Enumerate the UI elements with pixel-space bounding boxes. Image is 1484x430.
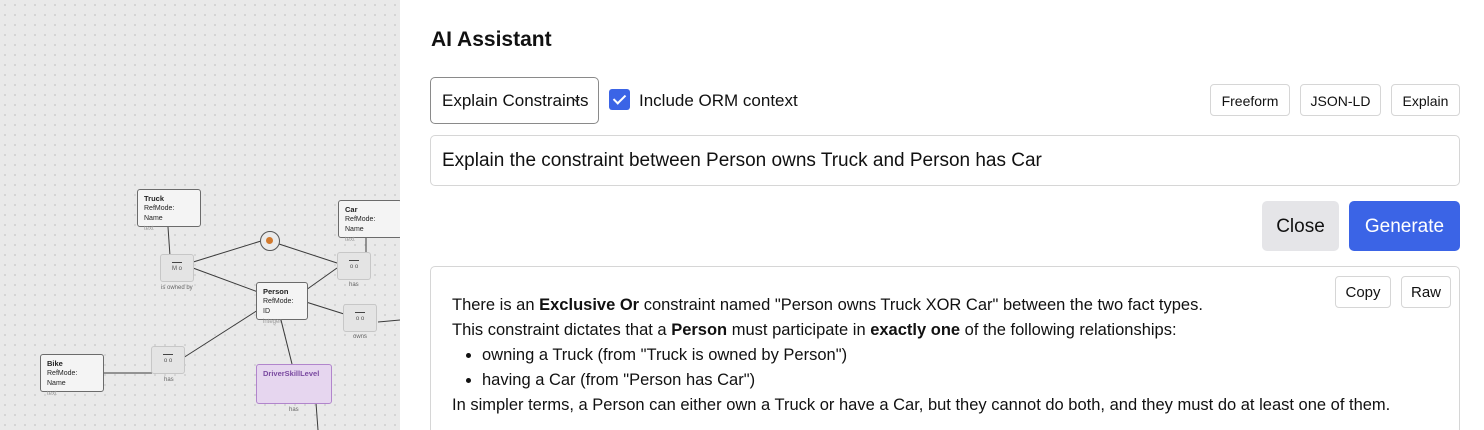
fact-label: has — [349, 282, 359, 288]
response-line-2: This constraint dictates that a Person m… — [452, 318, 1390, 343]
entity-bike[interactable]: Bike RefMode: Name text — [40, 354, 104, 397]
json-ld-button[interactable]: JSON-LD — [1300, 84, 1381, 116]
include-context-checkbox[interactable] — [609, 89, 630, 110]
text-run: constraint named "Person owns Truck XOR … — [639, 296, 1203, 314]
text-run: of the following relationships: — [960, 321, 1177, 339]
fact-type-car-has[interactable]: o o — [337, 252, 371, 280]
entity-refmode: RefMode: Name — [47, 370, 78, 387]
fact-type-bike-has[interactable]: o o — [151, 346, 185, 374]
entity-name: Bike — [47, 359, 63, 368]
entity-type: text — [144, 226, 154, 232]
mode-select[interactable]: Explain Constraints ⌄ — [430, 77, 599, 124]
entity-refmode: RefMode: ID — [263, 298, 294, 315]
freeform-button[interactable]: Freeform — [1210, 84, 1290, 116]
generate-button[interactable]: Generate — [1349, 201, 1460, 251]
close-button[interactable]: Close — [1262, 201, 1339, 251]
entity-refmode: RefMode: Name — [144, 205, 175, 222]
fact-label: is owned by — [161, 285, 193, 291]
entity-type: text — [345, 237, 355, 243]
response-text: There is an Exclusive Or constraint name… — [452, 293, 1390, 418]
prompt-input[interactable]: Explain the constraint between Person ow… — [430, 135, 1460, 186]
text-run: This constraint dictates that a — [452, 321, 672, 339]
text-run-bold: Person — [671, 321, 728, 339]
list-item: owning a Truck (from "Truck is owned by … — [462, 343, 1390, 368]
explain-button[interactable]: Explain — [1391, 84, 1460, 116]
diagram-canvas[interactable]: Truck RefMode: Name text Car RefMode: Na… — [0, 0, 400, 430]
text-run-bold: Exclusive Or — [539, 296, 640, 314]
fact-label: owns — [353, 334, 368, 340]
response-line-1: There is an Exclusive Or constraint name… — [452, 293, 1390, 318]
text-run: must participate in — [727, 321, 871, 339]
entity-type: text — [47, 391, 57, 397]
entity-person[interactable]: Person RefMode: ID integer — [256, 282, 308, 325]
entity-name: Person — [263, 287, 289, 296]
ai-assistant-panel: AI Assistant Explain Constraints ⌄ Inclu… — [400, 0, 1484, 430]
panel-title: AI Assistant — [431, 28, 552, 51]
entity-truck[interactable]: Truck RefMode: Name text — [137, 189, 201, 232]
text-run: There is an — [452, 296, 540, 314]
fact-type-truck-owned-by[interactable]: M o — [160, 254, 194, 282]
xor-constraint-icon[interactable] — [260, 231, 280, 251]
response-box: Copy Raw There is an Exclusive Or constr… — [430, 266, 1460, 430]
fact-label: has — [164, 377, 174, 383]
entity-name: DriverSkillLevel — [263, 369, 320, 378]
entity-name: Car — [345, 205, 358, 214]
fact-label: has — [289, 407, 299, 413]
response-bullets: owning a Truck (from "Truck is owned by … — [452, 343, 1390, 393]
fact-type-owns[interactable]: o o — [343, 304, 377, 332]
include-context-label[interactable]: Include ORM context — [639, 91, 798, 111]
entity-refmode: RefMode: Name — [345, 216, 376, 233]
entity-driver-skill-level[interactable]: DriverSkillLevel — [256, 364, 332, 404]
entity-car[interactable]: Car RefMode: Name text — [338, 200, 400, 243]
list-item: having a Car (from "Person has Car") — [462, 368, 1390, 393]
raw-button[interactable]: Raw — [1401, 276, 1451, 308]
text-run-bold: exactly one — [870, 321, 961, 339]
response-summary: In simpler terms, a Person can either ow… — [452, 396, 1391, 414]
entity-type: integer — [263, 319, 282, 325]
mode-select-value: Explain Constraints — [442, 91, 589, 110]
chevron-down-icon: ⌄ — [571, 90, 582, 105]
entity-name: Truck — [144, 194, 165, 203]
